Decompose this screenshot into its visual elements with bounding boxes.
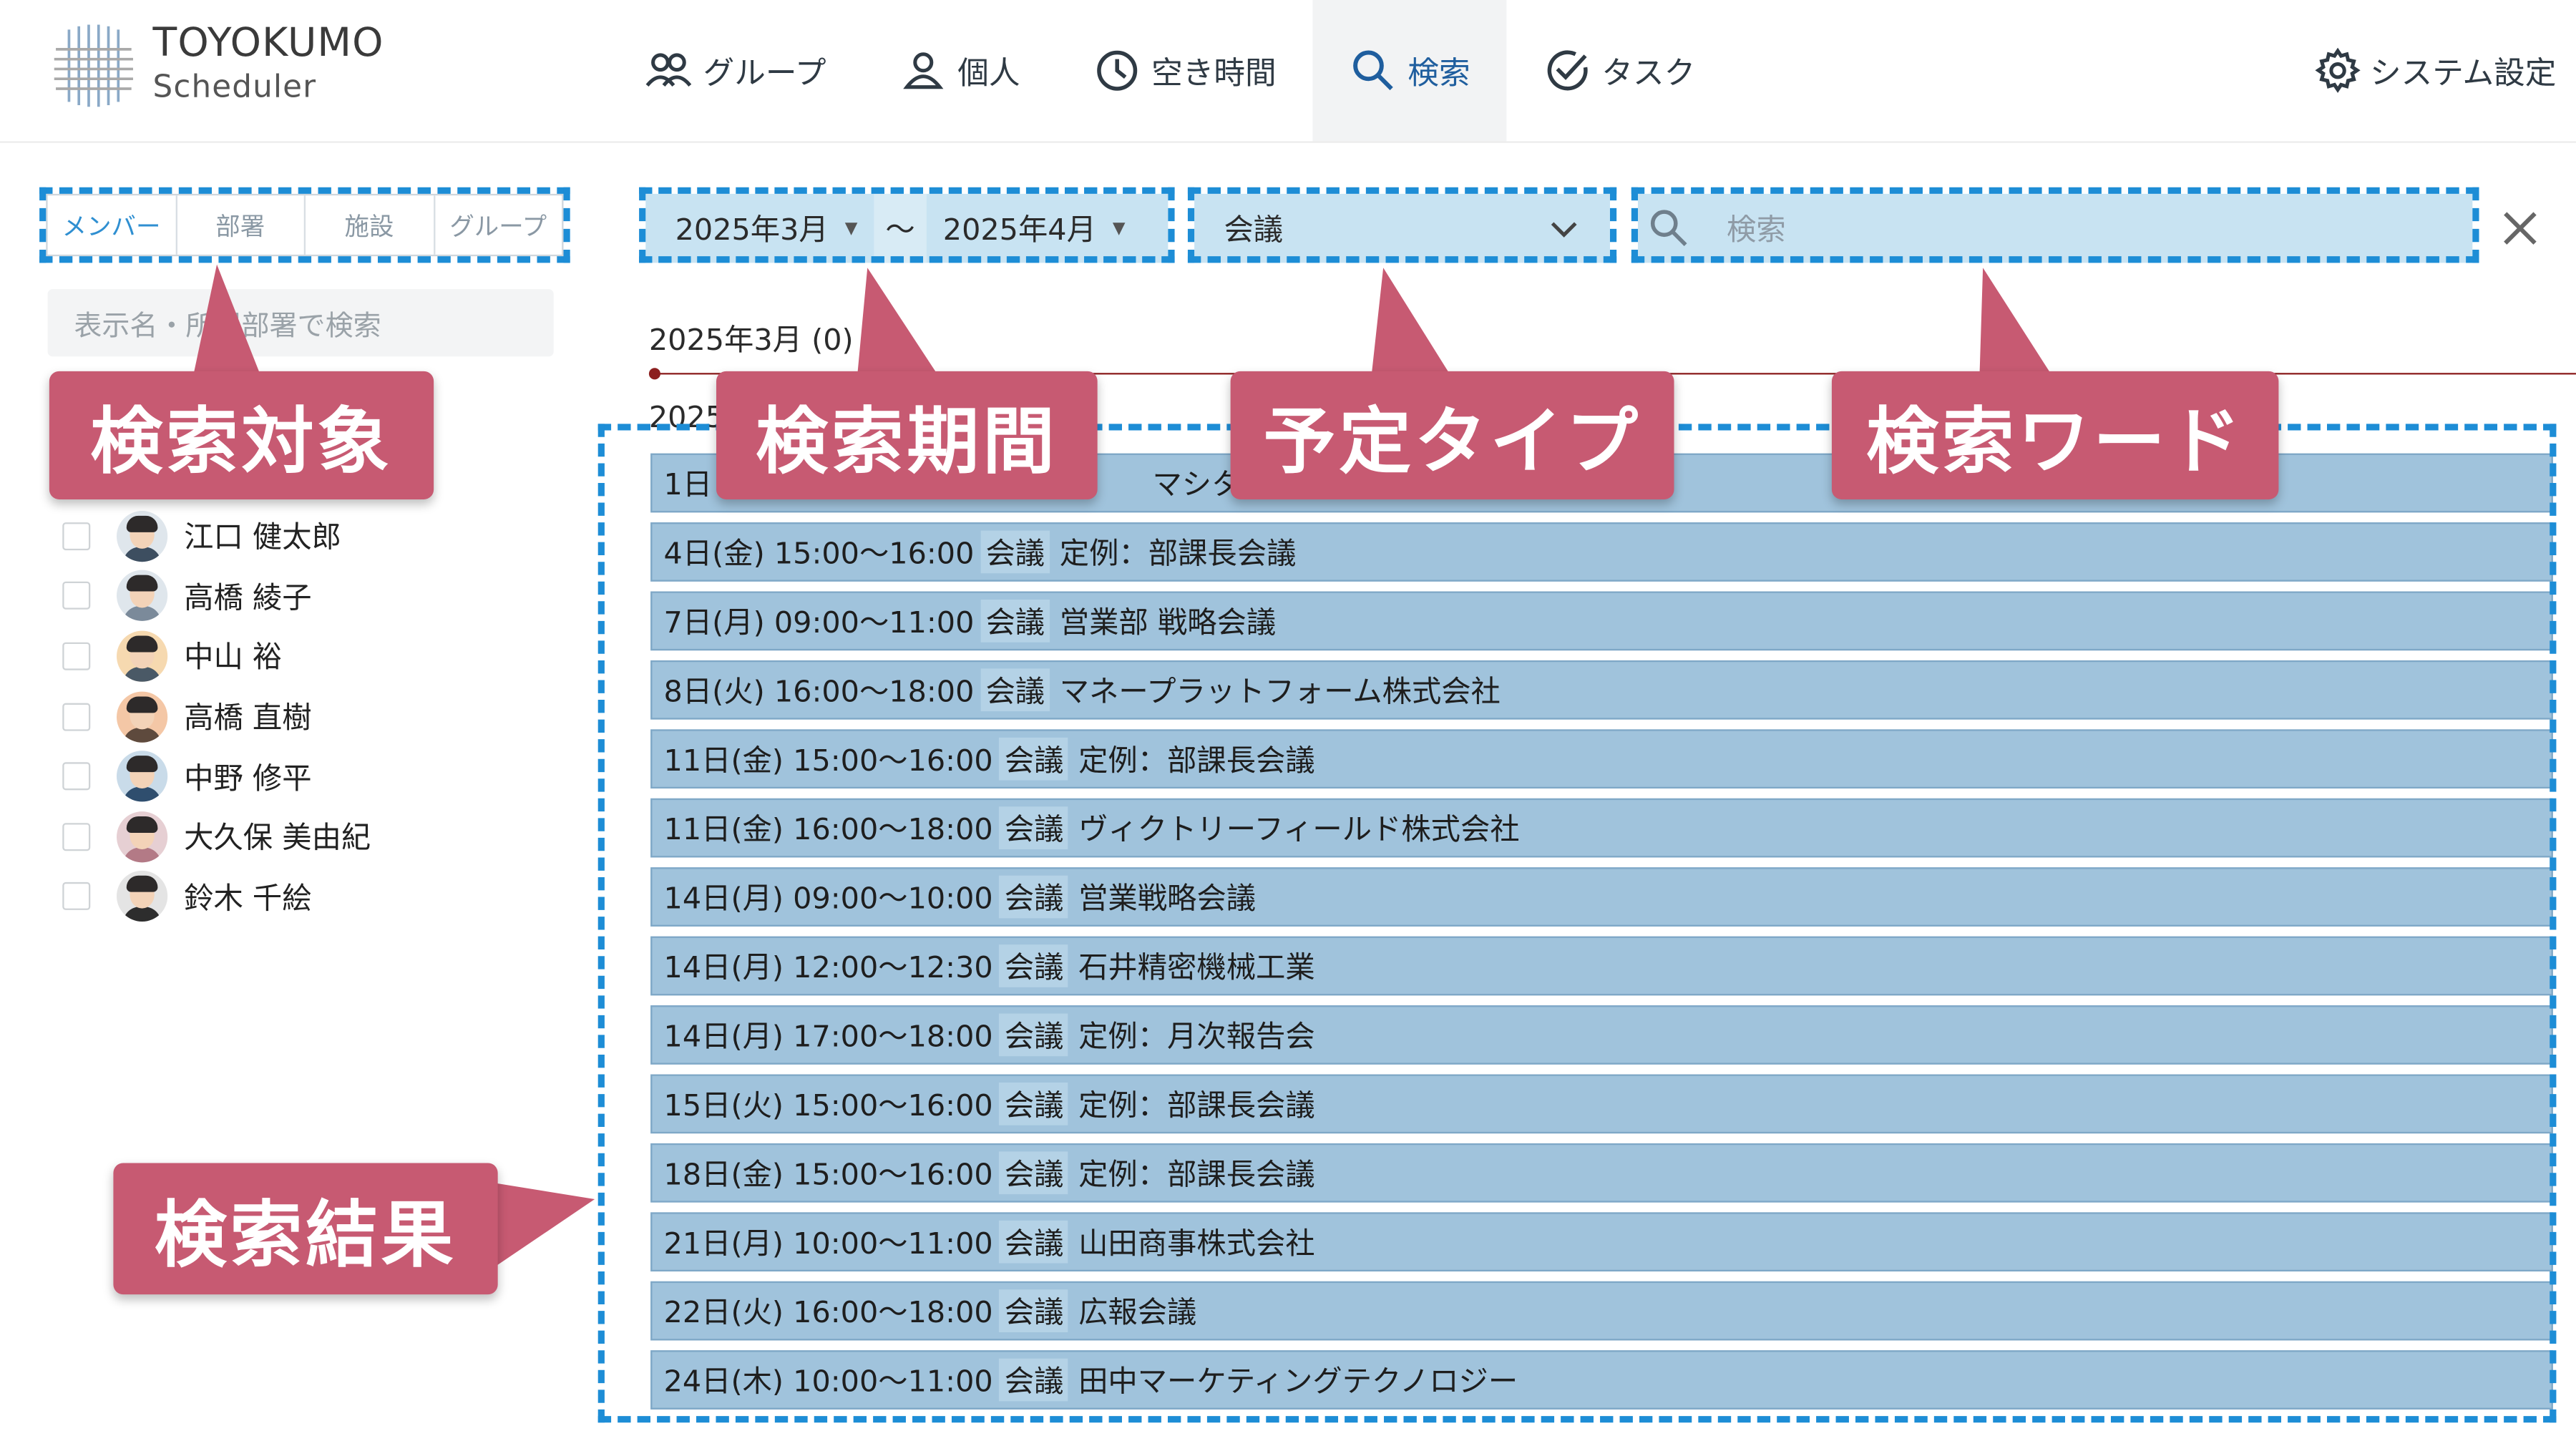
list-item[interactable]: 大久保 美由紀 — [62, 806, 371, 866]
list-item[interactable]: 高橋 綾子 — [62, 566, 371, 626]
member-checkbox[interactable] — [62, 642, 91, 670]
nav-free-time-label: 空き時間 — [1151, 54, 1277, 92]
gear-icon — [2314, 47, 2360, 93]
annotation-frame-target — [39, 187, 570, 263]
toyokumo-logo-icon[interactable] — [52, 23, 135, 108]
member-name: 中野 修平 — [184, 761, 312, 796]
list-item[interactable]: 中山 裕 — [62, 626, 371, 686]
member-name: 江口 健太郎 — [184, 521, 341, 556]
member-list: 江口 健太郎 高橋 綾子 中山 裕 高橋 直樹 中野 修平 大久保 美由紀 鈴木… — [62, 506, 371, 927]
callout-search-results: 検索結果 — [113, 1163, 498, 1295]
search-icon — [1352, 50, 1393, 91]
avatar — [117, 690, 168, 742]
annotation-frame-type — [1187, 187, 1617, 263]
clock-icon — [1096, 50, 1137, 91]
nav-task[interactable]: タスク — [1506, 0, 1732, 141]
avatar — [117, 570, 168, 622]
nav-search-label: 検索 — [1407, 54, 1470, 92]
member-checkbox[interactable] — [62, 702, 91, 731]
member-name: 高橋 綾子 — [184, 581, 312, 616]
callout-search-keyword: 検索ワード — [1831, 371, 2279, 499]
avatar — [117, 751, 168, 802]
member-name: 高橋 直樹 — [184, 701, 312, 736]
nav-personal-label: 個人 — [957, 54, 1020, 92]
avatar — [117, 510, 168, 562]
member-name: 鈴木 千絵 — [184, 881, 312, 917]
annotation-frame-results — [597, 424, 2557, 1423]
nav-task-label: タスク — [1601, 54, 1696, 92]
member-checkbox[interactable] — [62, 822, 91, 851]
task-check-icon — [1547, 50, 1588, 91]
list-item[interactable]: 高橋 直樹 — [62, 686, 371, 746]
month-header: 2025年3月 (0) — [648, 323, 854, 358]
member-checkbox[interactable] — [62, 882, 91, 911]
annotation-frame-keyword — [1631, 187, 2479, 263]
nav-group[interactable]: グループ — [608, 0, 862, 141]
nav-personal[interactable]: 個人 — [862, 0, 1056, 141]
member-name: 大久保 美由紀 — [184, 821, 371, 856]
avatar — [117, 630, 168, 682]
callout-search-target: 検索対象 — [49, 371, 434, 499]
system-settings-label: システム設定 — [2369, 54, 2557, 92]
avatar — [117, 871, 168, 922]
nav-search[interactable]: 検索 — [1312, 0, 1507, 142]
member-checkbox[interactable] — [62, 582, 91, 610]
member-name: 中山 裕 — [184, 641, 283, 676]
avatar — [117, 811, 168, 862]
person-icon — [902, 52, 944, 89]
brand-product: Scheduler — [152, 69, 317, 105]
member-checkbox[interactable] — [62, 522, 91, 550]
close-icon[interactable] — [2497, 205, 2543, 251]
system-settings-link[interactable]: システム設定 — [2314, 0, 2557, 141]
nav-free-time[interactable]: 空き時間 — [1056, 0, 1312, 141]
nav-group-label: グループ — [703, 54, 826, 92]
main-nav: グループ 個人 空き時間 検索 タスク — [608, 0, 1732, 142]
callout-event-type: 予定タイプ — [1230, 371, 1674, 499]
list-item[interactable]: 中野 修平 — [62, 746, 371, 806]
list-item[interactable]: 江口 健太郎 — [62, 506, 371, 566]
brand-name: TOYOKUMO — [152, 19, 384, 66]
member-search-input[interactable]: 表示名・所属部署で検索 — [47, 289, 554, 357]
app-header: TOYOKUMO Scheduler グループ 個人 空き時間 検索 タスク シ… — [0, 0, 2576, 143]
member-checkbox[interactable] — [62, 762, 91, 791]
group-icon — [645, 53, 692, 87]
callout-search-period: 検索期間 — [716, 371, 1098, 499]
annotation-frame-period — [639, 187, 1175, 263]
list-item[interactable]: 鈴木 千絵 — [62, 866, 371, 927]
